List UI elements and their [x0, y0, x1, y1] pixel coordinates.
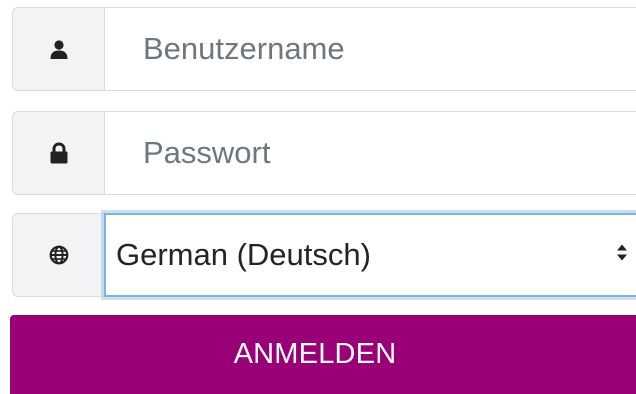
language-group: German (Deutsch) [12, 213, 636, 297]
password-field-wrapper [104, 111, 636, 195]
select-arrows-icon [616, 244, 628, 267]
username-addon [12, 7, 104, 91]
lock-icon [49, 142, 69, 164]
globe-icon [49, 245, 69, 265]
login-form: German (Deutsch) ANMELDEN [0, 0, 636, 394]
password-input[interactable] [143, 135, 636, 171]
password-group [12, 111, 636, 195]
username-field-wrapper [104, 7, 636, 91]
password-addon [12, 111, 104, 195]
login-button[interactable]: ANMELDEN [10, 315, 636, 394]
username-group [12, 7, 636, 91]
language-addon [12, 213, 104, 297]
language-select-value: German (Deutsch) [116, 237, 371, 272]
user-icon [49, 39, 69, 59]
username-input[interactable] [143, 31, 636, 67]
language-select[interactable]: German (Deutsch) [104, 213, 636, 297]
